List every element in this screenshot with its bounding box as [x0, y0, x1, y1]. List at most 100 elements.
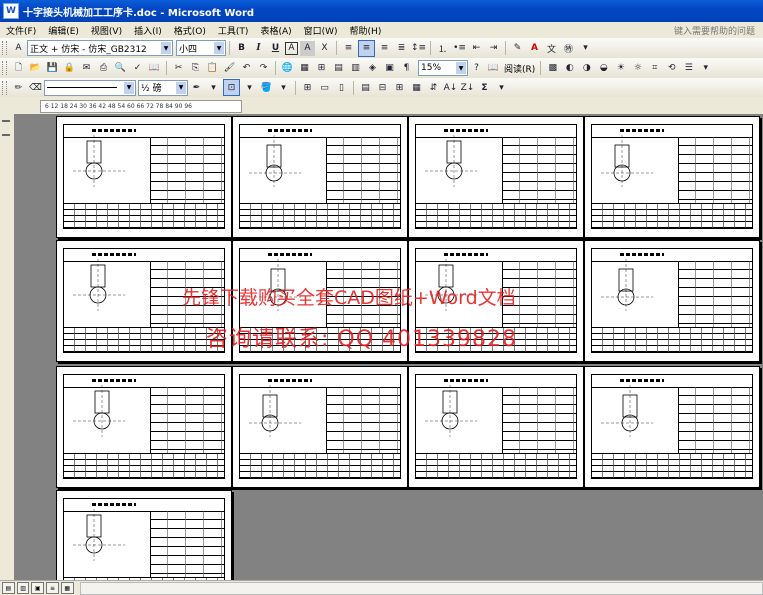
line-style-combo[interactable]: ▼: [44, 79, 136, 96]
menu-tools[interactable]: 工具(T): [212, 24, 255, 37]
show-hide-icon[interactable]: ¶: [399, 61, 414, 76]
draw-table-icon[interactable]: ✏: [11, 80, 26, 95]
font-size-combo[interactable]: 小四 ▼: [176, 40, 226, 56]
align-cell-icon[interactable]: ▤: [358, 80, 373, 95]
page-thumbnail[interactable]: [56, 116, 232, 238]
line-weight-combo[interactable]: ½ 磅 ▼: [138, 79, 188, 96]
toolbar-options-icon[interactable]: ▾: [578, 41, 593, 56]
outside-border-icon[interactable]: ⊡: [223, 79, 240, 96]
font-color-icon[interactable]: A: [527, 41, 542, 56]
autosum-icon[interactable]: Σ: [477, 80, 492, 95]
distribute-columns-icon[interactable]: ⊞: [392, 80, 407, 95]
permission-icon[interactable]: 🔒: [62, 61, 77, 76]
cut-icon[interactable]: ✂: [171, 61, 186, 76]
spelling-icon[interactable]: ✓: [130, 61, 145, 76]
paste-icon[interactable]: 📋: [205, 61, 220, 76]
undo-icon[interactable]: ↶: [239, 61, 254, 76]
copy-icon[interactable]: ⎘: [188, 61, 203, 76]
align-right-icon[interactable]: ≡: [377, 41, 392, 56]
page-thumbnail[interactable]: [584, 366, 760, 488]
menu-insert[interactable]: 插入(I): [128, 24, 168, 37]
sort-descending-icon[interactable]: Z↓: [460, 80, 475, 95]
redo-icon[interactable]: ↷: [256, 61, 271, 76]
print-icon[interactable]: ⎙: [96, 61, 111, 76]
bold-button[interactable]: B: [234, 41, 249, 56]
menu-table[interactable]: 表格(A): [254, 24, 297, 37]
styles-pane-icon[interactable]: A: [11, 41, 26, 56]
vertical-ruler[interactable]: [0, 114, 15, 580]
page-thumbnail[interactable]: [584, 116, 760, 238]
picture-icon[interactable]: ▩: [545, 61, 560, 76]
text-direction-icon[interactable]: ⇵: [426, 80, 441, 95]
distribute-rows-icon[interactable]: ⊟: [375, 80, 390, 95]
zoom-combo[interactable]: 15% ▼: [418, 60, 468, 76]
columns-icon[interactable]: ▥: [348, 61, 363, 76]
crop-icon[interactable]: ⌗: [647, 61, 662, 76]
page-thumbnail[interactable]: [56, 366, 232, 488]
save-icon[interactable]: 💾: [45, 61, 60, 76]
new-document-icon[interactable]: 🗋: [11, 61, 26, 76]
chevron-down-icon[interactable]: ▾: [242, 80, 257, 95]
chevron-down-icon[interactable]: ▼: [214, 42, 224, 54]
line-spacing-icon[interactable]: ↕≡: [411, 41, 426, 56]
style-combo[interactable]: 正文 + 仿宋 - 仿宋_GB2312 ▼: [27, 40, 173, 56]
chevron-down-icon[interactable]: ▾: [206, 80, 221, 95]
chevron-down-icon[interactable]: ▼: [176, 81, 186, 94]
decrease-indent-icon[interactable]: ⇤: [469, 41, 484, 56]
menu-format[interactable]: 格式(O): [168, 24, 212, 37]
brightness-more-icon[interactable]: ☀: [613, 61, 628, 76]
enclose-char-icon[interactable]: ㊕: [561, 41, 576, 56]
read-icon[interactable]: 📖: [486, 61, 501, 76]
reading-view-icon[interactable]: ▦: [60, 582, 74, 594]
hyperlink-icon[interactable]: 🌐: [280, 61, 295, 76]
shading-color-icon[interactable]: 🪣: [259, 80, 274, 95]
print-view-icon[interactable]: ▣: [31, 582, 45, 594]
numbering-icon[interactable]: ⒈: [435, 41, 450, 56]
format-painter-icon[interactable]: 🖌: [222, 61, 237, 76]
color-icon[interactable]: ◐: [562, 61, 577, 76]
insert-table-icon[interactable]: ⊞: [300, 80, 315, 95]
horizontal-ruler[interactable]: 6 12 18 24 30 36 42 48 54 60 66 72 78 84…: [0, 97, 763, 114]
menu-file[interactable]: 文件(F): [0, 24, 42, 37]
outline-view-icon[interactable]: ≡: [46, 582, 59, 594]
chevron-down-icon[interactable]: ▾: [276, 80, 291, 95]
horizontal-scrollbar[interactable]: [79, 581, 763, 595]
help-icon[interactable]: ?: [469, 61, 484, 76]
char-shading-button[interactable]: A: [300, 40, 315, 56]
read-button[interactable]: 阅读(R): [504, 62, 535, 75]
chevron-down-icon[interactable]: ▼: [161, 42, 171, 54]
help-question-box[interactable]: 键入需要帮助的问题: [670, 23, 759, 38]
brightness-less-icon[interactable]: ☼: [630, 61, 645, 76]
char-border-button[interactable]: A: [285, 41, 298, 55]
menu-window[interactable]: 窗口(W): [298, 24, 344, 37]
drawing-icon[interactable]: ◈: [365, 61, 380, 76]
insert-table-icon[interactable]: ⊞: [314, 61, 329, 76]
increase-indent-icon[interactable]: ⇥: [486, 41, 501, 56]
chevron-down-icon[interactable]: ▼: [124, 81, 134, 94]
insert-excel-icon[interactable]: ▤: [331, 61, 346, 76]
align-center-icon[interactable]: ≡: [358, 39, 375, 57]
contrast-more-icon[interactable]: ◑: [579, 61, 594, 76]
italic-button[interactable]: I: [251, 41, 266, 56]
print-preview-icon[interactable]: 🔍: [113, 61, 128, 76]
border-color-icon[interactable]: ✒: [189, 80, 204, 95]
page-thumbnail[interactable]: [56, 490, 232, 580]
bullets-icon[interactable]: •≡: [452, 41, 467, 56]
document-map-icon[interactable]: ▣: [382, 61, 397, 76]
align-left-icon[interactable]: ≡: [341, 41, 356, 56]
split-cells-icon[interactable]: ▯: [334, 80, 349, 95]
research-icon[interactable]: 📖: [147, 61, 162, 76]
page-thumbnail[interactable]: [408, 116, 584, 238]
web-view-icon[interactable]: ▥: [16, 582, 30, 594]
tables-borders-icon[interactable]: ▦: [297, 61, 312, 76]
word-app-icon[interactable]: W: [3, 3, 19, 19]
page-thumbnail[interactable]: [408, 366, 584, 488]
justify-icon[interactable]: ≣: [394, 41, 409, 56]
char-scale-button[interactable]: X: [317, 41, 332, 56]
table-autoformat-icon[interactable]: ▦: [409, 80, 424, 95]
toolbar-grip[interactable]: [2, 80, 7, 95]
toolbar-options-icon[interactable]: ▾: [698, 61, 713, 76]
open-folder-icon[interactable]: 📂: [28, 61, 43, 76]
page-thumbnail[interactable]: [584, 240, 760, 362]
rotate-icon[interactable]: ⟲: [664, 61, 679, 76]
